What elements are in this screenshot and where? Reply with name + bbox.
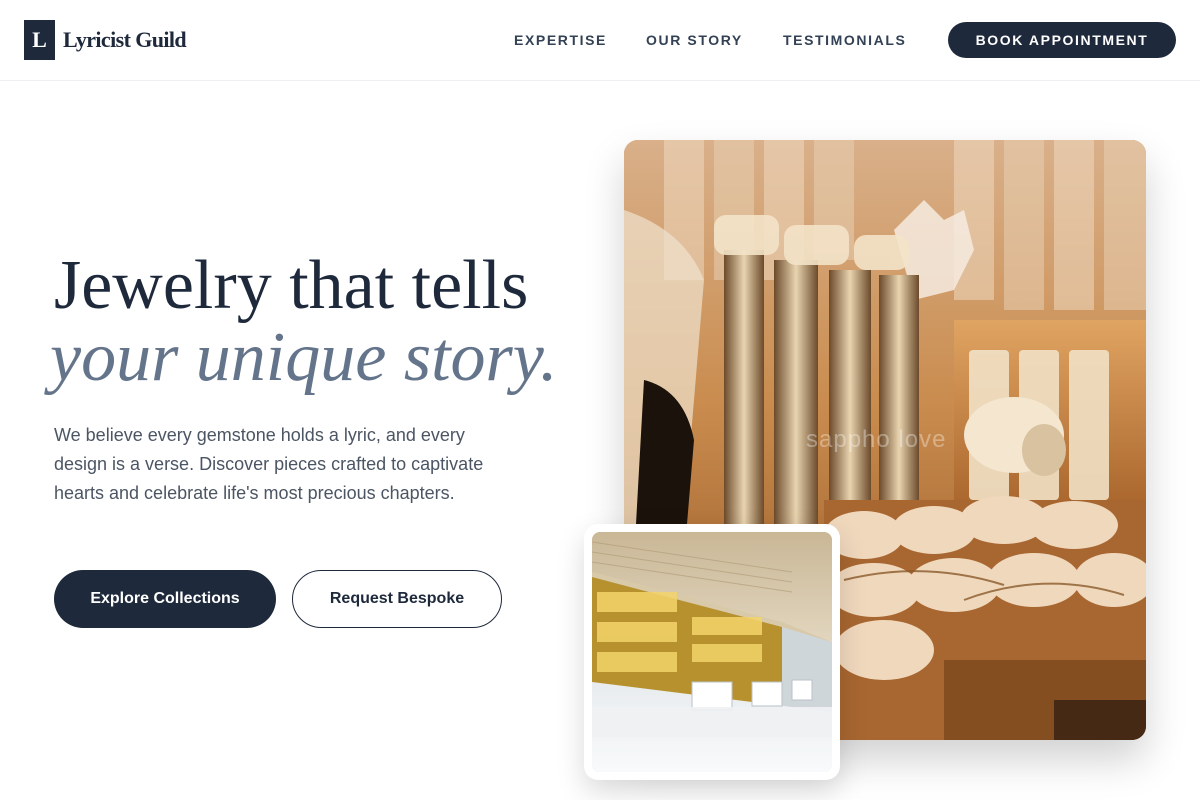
hero-title-line1: Jewelry that tells: [54, 247, 529, 324]
store-interior-card: [584, 524, 840, 780]
store-interior-illustration: [592, 532, 832, 772]
jewelry-store-interior-photo: [592, 532, 832, 772]
site-header: L Lyricist Guild EXPERTISE OUR STORY TES…: [0, 0, 1200, 81]
nav-item-expertise[interactable]: EXPERTISE: [514, 32, 607, 48]
explore-collections-button[interactable]: Explore Collections: [54, 570, 276, 628]
request-bespoke-button[interactable]: Request Bespoke: [292, 570, 502, 628]
nav-item-our-story[interactable]: OUR STORY: [646, 32, 743, 48]
book-appointment-button[interactable]: BOOK APPOINTMENT: [948, 22, 1176, 58]
logo[interactable]: L Lyricist Guild: [24, 20, 187, 60]
hero-subtitle: We believe every gemstone holds a lyric,…: [54, 425, 484, 503]
image-watermark: sappho love: [806, 426, 947, 453]
brand-name: Lyricist Guild: [63, 27, 187, 52]
hero-title: Jewelry that tells your unique story.: [50, 247, 557, 394]
nav-item-testimonials[interactable]: TESTIMONIALS: [783, 32, 906, 48]
logo-mark-icon: L: [24, 20, 55, 60]
hero-title-line2: your unique story.: [50, 319, 558, 396]
